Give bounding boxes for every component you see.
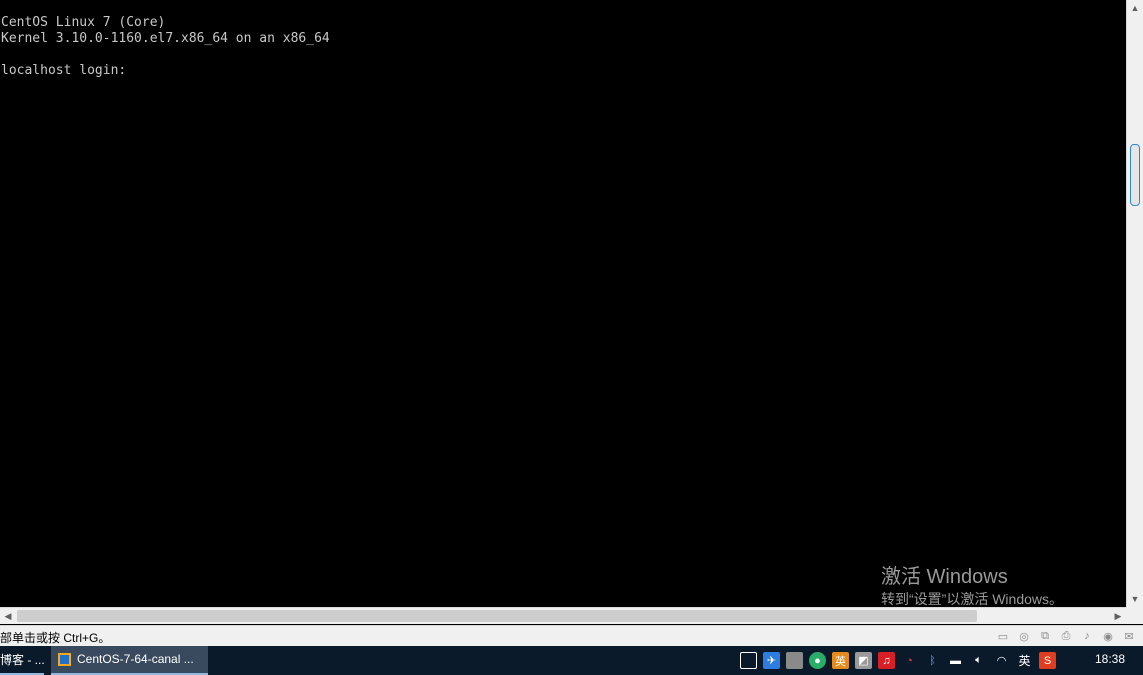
horizontal-scrollbar[interactable]: ◀ ▶ [0,607,1126,624]
watermark-title: 激活 Windows [881,566,1008,588]
taskbar-item-blog[interactable]: 博客 - ... [0,646,44,675]
vm-device-icons: ▭ ◎ ⧉ ⎙ ♪ ◉ ✉ [995,628,1137,644]
system-tray: ✈ ● 英 ◩ ♫ ◔ ᛒ ▬ 🔈︎ ◠ 英 S [740,652,1056,669]
vm-console[interactable]: CentOS Linux 7 (Core) Kernel 3.10.0-1160… [0,0,1126,607]
console-login-prompt: localhost login: [1,63,127,78]
scrollbar-corner [1126,607,1143,624]
battery-icon[interactable]: ▬ [947,652,964,669]
hard-disk-icon[interactable]: ▭ [995,628,1011,644]
usb-icon[interactable]: ◉ [1100,628,1116,644]
scroll-right-icon[interactable]: ▶ [1110,608,1126,624]
sogou-icon[interactable]: S [1039,652,1056,669]
ime-icon[interactable]: 英 [832,652,849,669]
vm-statusbar: 部单击或按 Ctrl+G。 ▭ ◎ ⧉ ⎙ ♪ ◉ ✉ [0,625,1143,646]
action-center-icon[interactable] [740,652,757,669]
console-line-os: CentOS Linux 7 (Core) [1,15,166,30]
qq-music-icon[interactable]: ♫ [878,652,895,669]
vertical-scrollbar[interactable]: ▲ ▼ [1126,0,1143,607]
app-icon[interactable]: ◩ [855,652,872,669]
activation-watermark: 激活 Windows 转到“设置”以激活 Windows。 [881,565,1063,607]
horizontal-scroll-thumb[interactable] [17,610,977,622]
scroll-left-icon[interactable]: ◀ [0,608,16,624]
window-icon[interactable] [786,652,803,669]
status-hint: 部单击或按 Ctrl+G。 [0,631,111,645]
console-line-kernel: Kernel 3.10.0-1160.el7.x86_64 on an x86_… [1,31,330,46]
windows-taskbar: 博客 - ... CentOS-7-64-canal ... ✈ ● 英 ◩ ♫… [0,646,1143,675]
network-adapter-icon[interactable]: ⧉ [1037,628,1053,644]
ime-language[interactable]: 英 [1016,652,1033,669]
vertical-scroll-thumb[interactable] [1130,144,1140,206]
volume-icon[interactable]: 🔈︎ [970,652,987,669]
printer-icon[interactable]: ⎙ [1058,628,1074,644]
weibo-icon[interactable]: ◔ [901,652,918,669]
cd-drive-icon[interactable]: ◎ [1016,628,1032,644]
watermark-subtitle: 转到“设置”以激活 Windows。 [881,591,1064,607]
vmware-icon [58,653,71,666]
wechat-icon[interactable]: ● [809,652,826,669]
scroll-up-icon[interactable]: ▲ [1127,0,1143,16]
task-label: CentOS-7-64-canal ... [77,652,194,666]
taskbar-item-vmware[interactable]: CentOS-7-64-canal ... [51,646,208,675]
feishu-icon[interactable]: ✈ [763,652,780,669]
scroll-down-icon[interactable]: ▼ [1127,591,1143,607]
taskbar-clock[interactable]: 18:38 [1095,652,1125,666]
message-icon[interactable]: ✉ [1121,628,1137,644]
sound-card-icon[interactable]: ♪ [1079,628,1095,644]
wifi-icon[interactable]: ◠ [993,652,1010,669]
task-label: 博客 - ... [0,653,44,667]
bluetooth-icon[interactable]: ᛒ [924,652,941,669]
